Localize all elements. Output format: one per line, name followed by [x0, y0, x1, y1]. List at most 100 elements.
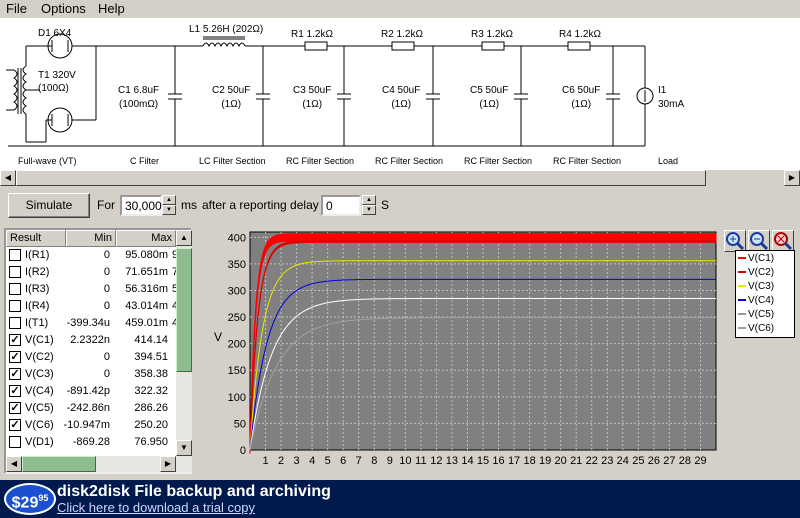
zoom-reset-icon — [774, 232, 793, 251]
row-min: 0 — [103, 283, 110, 295]
row-min: -891.42p — [66, 385, 110, 397]
scroll-up-button[interactable]: ▲ — [176, 230, 192, 246]
simulate-button[interactable]: Simulate — [8, 193, 90, 218]
legend-entry: V(C4) — [738, 295, 774, 309]
row-checkbox[interactable]: ✓ — [9, 419, 21, 431]
section-label: LC Filter Section — [199, 156, 266, 166]
menu-help[interactable]: Help — [98, 1, 125, 16]
delay-input[interactable]: 0 — [321, 195, 361, 216]
scroll-thumb[interactable] — [16, 170, 706, 186]
label-c4: C4 50uF (1Ω) — [382, 85, 421, 110]
circuit-schematic: D1 6X4 T1 320V (100Ω) L1 5.26H (202Ω) R1… — [0, 18, 800, 170]
delay-spinner[interactable]: ▲ ▼ — [362, 195, 376, 216]
row-min: 2.2322n — [70, 334, 110, 346]
table-row[interactable]: ✓ V(C5) -242.86n 286.26 — [6, 400, 176, 417]
y-tick-label: 350 — [228, 259, 246, 271]
row-checkbox[interactable]: ✓ — [9, 385, 21, 397]
x-tick-label: 10 — [399, 455, 411, 467]
table-row[interactable]: ✓ V(C3) 0 358.38 — [6, 366, 176, 383]
label-t1-r: (100Ω) — [38, 83, 69, 94]
spin-up-icon[interactable]: ▲ — [162, 195, 176, 205]
scroll-right-button[interactable]: ▶ — [784, 170, 800, 186]
zoom-in-button[interactable] — [724, 230, 746, 252]
ad-banner[interactable]: $2995 disk2disk File backup and archivin… — [0, 480, 800, 518]
x-tick-label: 6 — [340, 455, 346, 467]
delay-label: after a reporting delay of — [202, 198, 333, 212]
x-tick-label: 20 — [555, 455, 567, 467]
results-header: Result Min Max — [6, 230, 176, 247]
header-result[interactable]: Result — [6, 230, 66, 247]
table-row[interactable]: ✓ V(C2) 0 394.51 — [6, 349, 176, 366]
schematic-scrollbar[interactable]: ◀ ▶ — [0, 170, 800, 186]
scroll-left-button[interactable]: ◀ — [0, 170, 16, 186]
x-tick-label: 2 — [278, 455, 284, 467]
duration-input[interactable]: 30,000 — [120, 195, 162, 216]
label-r4: R4 1.2kΩ — [559, 29, 601, 40]
x-tick-label: 27 — [663, 455, 675, 467]
row-checkbox[interactable] — [9, 266, 21, 278]
table-row[interactable]: I(T1)-399.34u459.01m4 — [6, 315, 178, 332]
table-row[interactable]: I(R2)071.651m7 — [6, 264, 178, 281]
row-name: V(C5) — [25, 402, 54, 414]
duration-spinner[interactable]: ▲ ▼ — [162, 195, 176, 216]
legend-entry: V(C5) — [738, 309, 774, 323]
scroll-thumb[interactable] — [22, 456, 96, 472]
header-max[interactable]: Max — [116, 230, 176, 247]
banner-link[interactable]: Click here to download a trial copy — [57, 500, 255, 515]
label-r3: R3 1.2kΩ — [471, 29, 513, 40]
y-axis-label: V — [214, 330, 222, 344]
zoom-out-button[interactable] — [748, 230, 770, 252]
x-tick-label: 25 — [632, 455, 644, 467]
y-tick-label: 0 — [240, 445, 246, 457]
row-checkbox[interactable]: ✓ — [9, 351, 21, 363]
row-min: -242.86n — [66, 402, 110, 414]
row-name: I(R2) — [25, 266, 50, 278]
spin-down-icon[interactable]: ▼ — [162, 205, 176, 215]
row-name: V(D1) — [25, 436, 54, 448]
x-tick-label: 18 — [523, 455, 535, 467]
row-checkbox[interactable] — [9, 317, 21, 329]
spin-up-icon[interactable]: ▲ — [362, 195, 376, 205]
section-label: Full-wave (VT) — [18, 156, 77, 166]
x-tick-label: 4 — [309, 455, 315, 467]
label-c6: C6 50uF (1Ω) — [562, 85, 601, 110]
legend-entry: V(C6) — [738, 323, 774, 337]
menu-file[interactable]: File — [6, 1, 27, 16]
table-row[interactable]: ✓ V(C1) 2.2322n 414.14 — [6, 332, 176, 349]
row-checkbox[interactable] — [9, 249, 21, 261]
row-name: V(C2) — [25, 351, 54, 363]
table-row[interactable]: V(D1) -869.28 76.950 — [6, 434, 176, 451]
row-min: -10.947m — [63, 419, 110, 431]
row-checkbox[interactable]: ✓ — [9, 368, 21, 380]
x-tick-label: 3 — [294, 455, 300, 467]
label-c3: C3 50uF (1Ω) — [293, 85, 332, 110]
y-tick-label: 250 — [228, 312, 246, 324]
scroll-right-button[interactable]: ▶ — [160, 456, 176, 472]
table-row[interactable]: I(R3)056.316m5 — [6, 281, 178, 298]
row-max: 286.26 — [134, 402, 168, 414]
table-row[interactable]: ✓ V(C4) -891.42p 322.32 — [6, 383, 176, 400]
spin-down-icon[interactable]: ▼ — [362, 205, 376, 215]
arrow-left-icon: ◀ — [4, 173, 12, 182]
row-checkbox[interactable]: ✓ — [9, 402, 21, 414]
scroll-left-button[interactable]: ◀ — [6, 456, 22, 472]
results-hscroll[interactable]: ◀ ▶ — [6, 456, 192, 472]
section-label: RC Filter Section — [375, 156, 444, 166]
plot-legend: V(C1) V(C2) V(C3) V(C4) V(C5) V(C6) — [735, 250, 795, 338]
zoom-reset-button[interactable] — [772, 230, 794, 252]
label-c5: C5 50uF (1Ω) — [470, 85, 509, 110]
row-checkbox[interactable]: ✓ — [9, 334, 21, 346]
header-min[interactable]: Min — [66, 230, 116, 247]
table-row[interactable]: ✓ V(C6) -10.947m 250.20 — [6, 417, 176, 434]
row-checkbox[interactable] — [9, 283, 21, 295]
row-checkbox[interactable] — [9, 300, 21, 312]
menu-options[interactable]: Options — [41, 1, 86, 16]
scroll-down-button[interactable]: ▼ — [176, 440, 192, 456]
row-checkbox[interactable] — [9, 436, 21, 448]
scroll-thumb[interactable] — [176, 248, 192, 372]
table-row[interactable]: I(R4)043.014m4 — [6, 298, 178, 315]
results-vscroll[interactable]: ▲ ▼ — [176, 230, 192, 456]
row-name: I(R1) — [25, 249, 50, 261]
legend-entry: V(C3) — [738, 281, 774, 295]
table-row[interactable]: I(R1)095.080m9 — [6, 247, 178, 264]
